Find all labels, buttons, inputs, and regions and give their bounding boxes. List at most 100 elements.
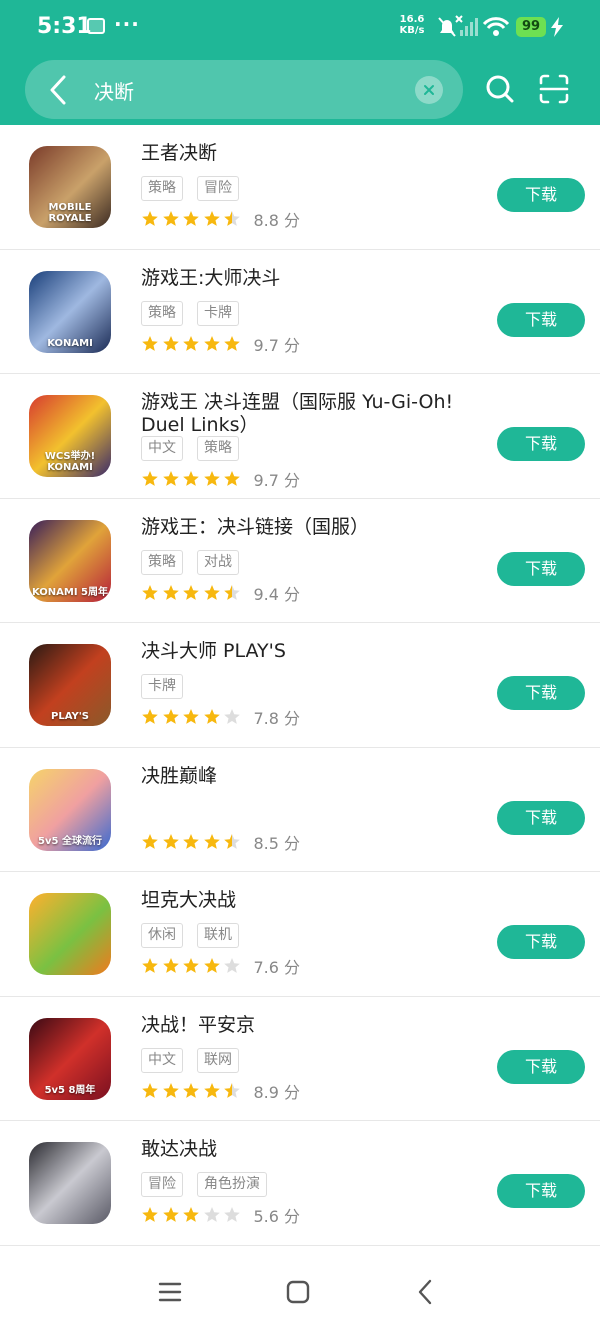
star-icon bbox=[203, 709, 220, 724]
signal-x-icon bbox=[455, 15, 478, 36]
rating-stars bbox=[141, 1206, 244, 1224]
wifi-icon bbox=[482, 17, 510, 36]
star-icon bbox=[162, 335, 179, 351]
download-button[interactable]: 下载 bbox=[497, 551, 585, 586]
app-tag: 休闲 bbox=[141, 923, 183, 948]
star-icon bbox=[203, 335, 220, 351]
app-icon[interactable] bbox=[29, 1142, 111, 1224]
app-score-suffix: 分 bbox=[284, 335, 301, 355]
app-score-value: 7.6 bbox=[253, 958, 279, 977]
app-row[interactable]: KONAMI 游戏王:大师决斗 策略 卡牌 9.7 分下载 bbox=[0, 250, 600, 374]
app-tag: 策略 bbox=[197, 436, 239, 461]
app-tag: 卡牌 bbox=[141, 674, 183, 699]
download-button[interactable]: 下载 bbox=[497, 1049, 585, 1084]
app-rating: 8.8 分 bbox=[141, 208, 300, 230]
download-button[interactable]: 下载 bbox=[497, 800, 585, 835]
app-name[interactable]: 王者决断 bbox=[141, 142, 481, 165]
app-score: 5.6 分 bbox=[254, 1203, 301, 1227]
app-icon[interactable]: MOBILE ROYALE bbox=[29, 146, 111, 228]
app-score: 9.4 分 bbox=[254, 581, 301, 605]
download-button[interactable]: 下载 bbox=[497, 676, 585, 710]
download-button[interactable]: 下载 bbox=[497, 925, 585, 959]
star-icon bbox=[224, 958, 240, 973]
star-icon bbox=[183, 1207, 199, 1222]
app-tag: 冒险 bbox=[197, 176, 239, 201]
rating-stars bbox=[141, 708, 244, 726]
home-icon[interactable] bbox=[281, 1275, 315, 1309]
app-row[interactable]: PLAY'S 决斗大师 PLAY'S 卡牌 7.8 分 下载 bbox=[0, 623, 600, 748]
download-button[interactable]: 下载 bbox=[497, 178, 585, 212]
download-button[interactable]: 下载 bbox=[497, 427, 585, 461]
app-name[interactable]: 决斗大师 PLAY'S bbox=[141, 640, 481, 663]
app-icon-text: 5v5 全球流行 bbox=[38, 835, 102, 847]
app-icon[interactable]: 5v5 8周年 bbox=[29, 1017, 111, 1100]
clear-search-button[interactable] bbox=[415, 76, 443, 104]
app-row[interactable]: MOBILE ROYALE 王者决断策略 冒险 8.8 分 下载 bbox=[0, 125, 600, 250]
search-icon[interactable] bbox=[484, 73, 516, 105]
star-icon bbox=[203, 833, 220, 849]
star-icon bbox=[142, 709, 158, 724]
network-speed-value: 16.6 bbox=[399, 14, 425, 25]
star-icon bbox=[224, 211, 240, 226]
app-icon[interactable]: 5v5 全球流行 bbox=[29, 768, 111, 851]
app-score-suffix: 分 bbox=[284, 471, 301, 490]
app-icon[interactable]: KONAMI 5周年 bbox=[29, 519, 111, 602]
app-icon[interactable]: PLAY'S bbox=[29, 644, 111, 726]
star-icon bbox=[142, 958, 158, 973]
star-icon bbox=[142, 833, 158, 849]
app-name[interactable]: 决胜巅峰 bbox=[141, 765, 481, 788]
app-name[interactable]: 敢达决战 bbox=[141, 1138, 481, 1161]
star-icon bbox=[142, 471, 158, 486]
search-input[interactable] bbox=[94, 72, 394, 108]
app-row[interactable]: 坦克大决战 休闲 联机 7.6 分下载 bbox=[0, 872, 600, 997]
app-row[interactable]: WCS举办! KONAMI 游戏王 决斗连盟（国际服 Yu-Gi-Oh! Duel… bbox=[0, 374, 600, 499]
app-row[interactable]: KONAMI 5周年 游戏王：决斗链接（国服） 策略 对战 9.4 分 下载 bbox=[0, 499, 600, 623]
app-tag: 联机 bbox=[197, 923, 239, 948]
rating-stars bbox=[141, 210, 244, 228]
app-icon[interactable]: WCS举办! KONAMI bbox=[29, 395, 111, 477]
app-score-value: 8.8 bbox=[253, 211, 279, 230]
app-score-suffix: 分 bbox=[284, 709, 301, 728]
status-bar: 5:31 ··· 16.6 KB/s 99 bbox=[0, 0, 600, 56]
app-tags: 策略 卡牌 bbox=[141, 300, 253, 327]
app-row[interactable]: 5v5 8周年 决战！平安京 中文 联网 8.9 分下载 bbox=[0, 997, 600, 1121]
star-icon bbox=[142, 584, 158, 600]
scan-icon[interactable] bbox=[538, 73, 570, 105]
download-button[interactable]: 下载 bbox=[497, 302, 585, 337]
app-row[interactable]: 敢达决战 冒险 角色扮演 5.6 分 下载 bbox=[0, 1121, 600, 1246]
app-name[interactable]: 决战！平安京 bbox=[141, 1014, 481, 1037]
app-score-suffix: 分 bbox=[284, 833, 301, 853]
status-time: 5:31 bbox=[37, 14, 92, 39]
app-name[interactable]: 游戏王:大师决斗 bbox=[141, 267, 481, 290]
app-score: 9.7 分 bbox=[254, 467, 301, 491]
app-tags: 中文 策略 bbox=[141, 436, 253, 462]
app-name[interactable]: 游戏王 决斗连盟（国际服 Yu-Gi-Oh! Duel Links） bbox=[141, 391, 481, 437]
app-tags: 策略 对战 bbox=[141, 549, 253, 576]
app-rating: 8.5 分 bbox=[141, 831, 300, 853]
app-rating: 7.6 分 bbox=[141, 955, 300, 977]
app-tag: 冒险 bbox=[141, 1172, 183, 1197]
menu-icon[interactable] bbox=[153, 1275, 187, 1309]
app-icon[interactable]: KONAMI bbox=[29, 270, 111, 353]
app-tags: 中文 联网 bbox=[141, 1047, 253, 1074]
app-tag: 联网 bbox=[197, 1047, 239, 1073]
app-icon[interactable] bbox=[29, 893, 111, 975]
app-score-suffix: 分 bbox=[284, 1082, 301, 1102]
star-icon bbox=[224, 833, 240, 849]
star-icon bbox=[162, 471, 179, 486]
rating-stars bbox=[141, 957, 244, 975]
app-tags: 策略 冒险 bbox=[141, 176, 253, 202]
back-nav-icon[interactable] bbox=[409, 1275, 443, 1309]
rating-stars bbox=[141, 335, 244, 353]
star-icon bbox=[142, 211, 158, 226]
back-button[interactable] bbox=[44, 72, 72, 108]
download-button[interactable]: 下载 bbox=[497, 1174, 585, 1208]
app-icon-text: MOBILE ROYALE bbox=[48, 202, 92, 224]
app-tag: 中文 bbox=[141, 1047, 183, 1073]
star-icon bbox=[183, 211, 199, 226]
app-row[interactable]: 5v5 全球流行 决胜巅峰 8.5 分 下载 bbox=[0, 748, 600, 872]
app-score-suffix: 分 bbox=[284, 958, 301, 977]
app-name[interactable]: 坦克大决战 bbox=[141, 889, 481, 912]
app-tags: 休闲 联机 bbox=[141, 923, 253, 949]
app-name[interactable]: 游戏王：决斗链接（国服） bbox=[141, 516, 481, 539]
